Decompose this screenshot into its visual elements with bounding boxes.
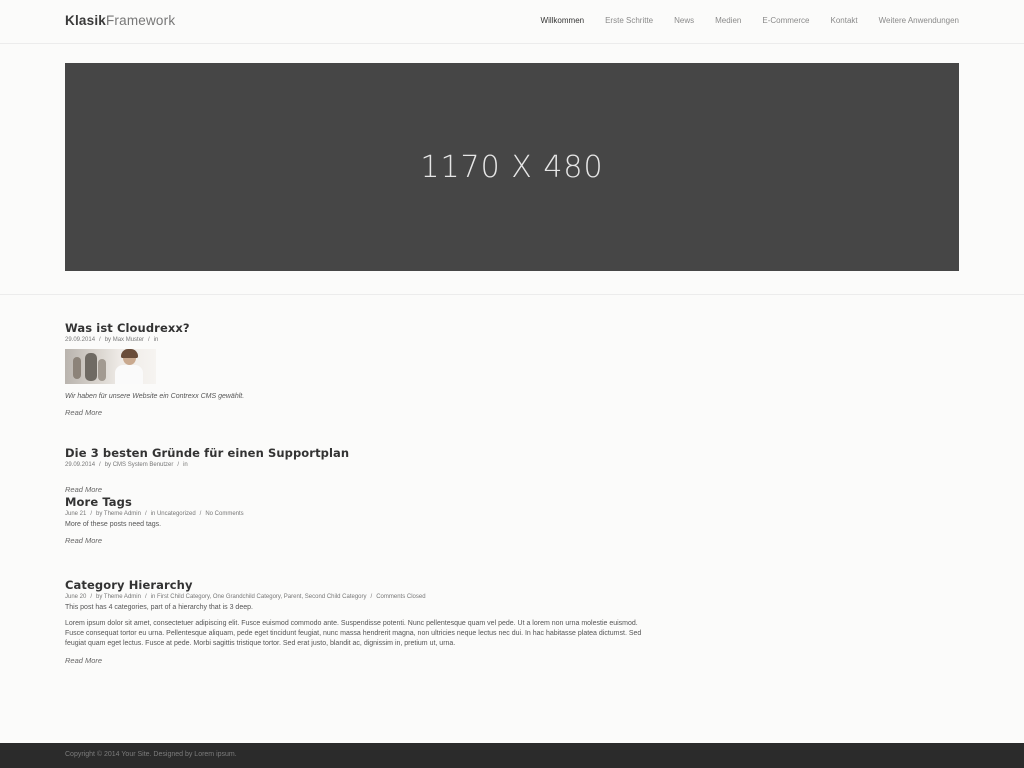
- post-excerpt: Wir haben für unsere Website ein Contrex…: [65, 393, 245, 400]
- read-more-link[interactable]: Read More: [65, 408, 645, 417]
- post-excerpt: This post has 4 categories, part of a hi…: [65, 604, 253, 611]
- nav-item-erste-schritte[interactable]: Erste Schritte: [605, 16, 653, 25]
- read-more-link[interactable]: Read More: [65, 536, 645, 545]
- content-divider: [0, 294, 1024, 295]
- post-category: in: [153, 337, 159, 343]
- post-author[interactable]: by Theme Admin: [96, 511, 141, 517]
- post-title[interactable]: More Tags: [65, 495, 645, 509]
- post-author[interactable]: by CMS System Benutzer: [105, 462, 174, 468]
- post-author[interactable]: by Theme Admin: [96, 594, 141, 600]
- nav-item-ecommerce[interactable]: E-Commerce: [762, 16, 809, 25]
- blog-post: Die 3 besten Gründe für einen Supportpla…: [65, 446, 645, 494]
- hero-dimension-label: 1170 X 480: [420, 149, 604, 185]
- post-date: June 21: [65, 511, 87, 517]
- blog-post: More Tags June 21/by Theme Admin / in Unca…: [65, 495, 645, 545]
- blog-post: Was ist Cloudrexx? 29.09.2014/by Max Mus…: [65, 321, 645, 417]
- post-meta: June 20/by Theme Admin / in First Child Ca…: [65, 594, 426, 600]
- nav-item-medien[interactable]: Medien: [715, 16, 741, 25]
- blog-post: Category Hierarchy June 20/by Theme Admi…: [65, 578, 645, 665]
- post-excerpt: More of these posts need tags.: [65, 521, 162, 528]
- hero-placeholder-image: 1170 X 480: [65, 63, 959, 271]
- footer-copyright: Copyright © 2014 Your Site. Designed by …: [65, 751, 237, 758]
- post-category: in: [183, 462, 188, 468]
- post-meta: 29.09.2014/by CMS System Benutzer / in: [65, 462, 188, 468]
- post-category[interactable]: in First Child Category, One Grandchild …: [151, 594, 367, 600]
- post-body: Lorem ipsum dolor sit amet, consectetuer…: [65, 620, 642, 647]
- post-date: 29.09.2014: [65, 337, 96, 343]
- read-more-link[interactable]: Read More: [65, 656, 645, 665]
- read-more-link[interactable]: Read More: [65, 485, 645, 494]
- nav-item-kontakt[interactable]: Kontakt: [831, 16, 858, 25]
- nav-item-weitere-anwendungen[interactable]: Weitere Anwendungen: [879, 16, 959, 25]
- nav-item-willkommen[interactable]: Willkommen: [541, 16, 585, 25]
- post-date: June 20: [65, 594, 87, 600]
- post-category[interactable]: in Uncategorized: [151, 511, 196, 517]
- post-comments[interactable]: No Comments: [205, 511, 243, 517]
- logo-bold-text: Klasik: [65, 13, 106, 28]
- post-title[interactable]: Die 3 besten Gründe für einen Supportpla…: [65, 446, 645, 460]
- post-title[interactable]: Category Hierarchy: [65, 578, 645, 592]
- post-date: 29.09.2014: [65, 462, 96, 468]
- nav-item-news[interactable]: News: [674, 16, 694, 25]
- post-author[interactable]: by Max Muster: [105, 337, 144, 343]
- post-thumbnail[interactable]: [65, 349, 156, 384]
- main-navigation: Willkommen Erste Schritte News Medien E-…: [520, 16, 959, 25]
- post-comments[interactable]: Comments Closed: [376, 594, 425, 600]
- post-meta: June 21/by Theme Admin / in Uncategorized /…: [65, 511, 244, 517]
- site-header: KlasikFramework Willkommen Erste Schritt…: [0, 0, 1024, 44]
- logo-light-text: Framework: [105, 13, 176, 28]
- post-meta: 29.09.2014/by Max Muster / in: [65, 337, 159, 343]
- post-title[interactable]: Was ist Cloudrexx?: [65, 321, 645, 335]
- site-logo[interactable]: KlasikFramework: [65, 13, 175, 28]
- site-footer: Copyright © 2014 Your Site. Designed by …: [0, 743, 1024, 768]
